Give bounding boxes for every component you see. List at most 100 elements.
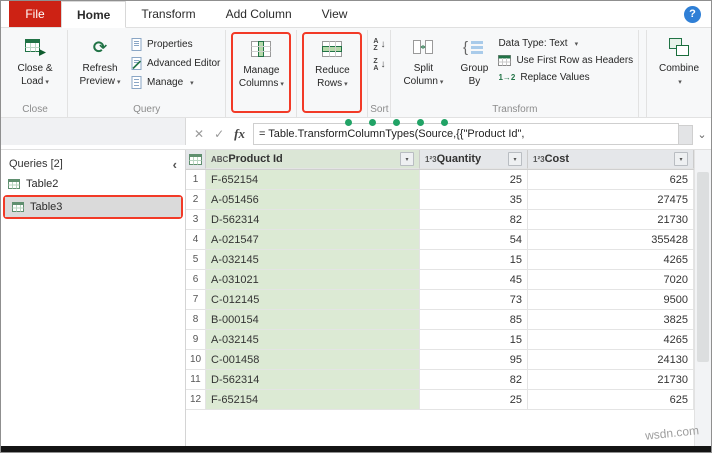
quantity-cell[interactable]: 82 (420, 210, 528, 230)
product-id-cell[interactable]: A-032145 (206, 250, 420, 270)
ribbon-group-sort: AZ ↓ ZA ↓ Sort (368, 30, 392, 117)
fx-icon[interactable]: fx (234, 126, 245, 142)
column-header-quantity[interactable]: 1²3 Quantity ▾ (420, 150, 528, 169)
down-arrow-icon: ↓ (380, 59, 386, 70)
row-number-cell[interactable]: 11 (186, 370, 206, 390)
row-number-cell[interactable]: 1 (186, 170, 206, 190)
tab-home[interactable]: Home (61, 1, 127, 28)
quantity-cell[interactable]: 15 (420, 250, 528, 270)
row-number-cell[interactable]: 9 (186, 330, 206, 350)
quantity-cell[interactable]: 85 (420, 310, 528, 330)
cost-cell[interactable]: 355428 (528, 230, 694, 250)
quantity-cell[interactable]: 73 (420, 290, 528, 310)
split-column-button[interactable]: Split Column ▾ (396, 32, 450, 102)
combine-button[interactable]: Combine ▾ (652, 32, 706, 113)
formula-input[interactable]: = Table.TransformColumnTypes(Source,{{"P… (252, 123, 679, 145)
advanced-editor-button[interactable]: Advanced Editor (131, 57, 220, 70)
cost-cell[interactable]: 21730 (528, 370, 694, 390)
product-id-cell[interactable]: F-652154 (206, 170, 420, 190)
row-number-cell[interactable]: 10 (186, 350, 206, 370)
refresh-preview-button[interactable]: ⟳ Refresh Preview ▾ (73, 32, 127, 102)
ribbon-group-query: ⟳ Refresh Preview ▾ Properties Advanced E… (68, 30, 227, 117)
query-item-table2[interactable]: Table2 (1, 174, 185, 194)
column-header-cost[interactable]: 1²3 Cost ▾ (528, 150, 694, 169)
row-number-cell[interactable]: 4 (186, 230, 206, 250)
tab-file[interactable]: File (9, 1, 61, 27)
scrollbar-thumb[interactable] (697, 172, 709, 362)
product-id-cell[interactable]: D-562314 (206, 210, 420, 230)
queries-pane: Queries [2] ‹ Table2 Table3 (1, 150, 186, 446)
row-number-cell[interactable]: 6 (186, 270, 206, 290)
tab-transform[interactable]: Transform (126, 1, 210, 27)
quantity-cell[interactable]: 95 (420, 350, 528, 370)
cost-cell[interactable]: 625 (528, 390, 694, 410)
quantity-cell[interactable]: 15 (420, 330, 528, 350)
data-type-button[interactable]: Data Type: Text ▾ (498, 38, 633, 49)
help-icon[interactable]: ? (684, 5, 701, 23)
row-number-cell[interactable]: 12 (186, 390, 206, 410)
ribbon-group-manage-columns: Manage Columns ▾ (226, 30, 298, 117)
properties-button[interactable]: Properties (131, 38, 220, 51)
product-id-cell[interactable]: C-001458 (206, 350, 420, 370)
formula-cancel-icon[interactable]: ✕ (194, 127, 204, 141)
row-number-cell[interactable]: 8 (186, 310, 206, 330)
table-corner-button[interactable] (186, 150, 206, 169)
product-id-cell[interactable]: F-652154 (206, 390, 420, 410)
use-first-row-as-headers-button[interactable]: Use First Row as Headers (498, 55, 633, 66)
cost-cell[interactable]: 27475 (528, 190, 694, 210)
group-by-button[interactable]: { Group By (454, 32, 494, 102)
tab-add-column[interactable]: Add Column (211, 1, 307, 27)
quantity-cell[interactable]: 25 (420, 170, 528, 190)
cost-cell[interactable]: 3825 (528, 310, 694, 330)
product-id-cell[interactable]: A-032145 (206, 330, 420, 350)
product-id-cell[interactable]: A-031021 (206, 270, 420, 290)
cost-cell[interactable]: 21730 (528, 210, 694, 230)
row-number-cell[interactable]: 3 (186, 210, 206, 230)
collapse-pane-icon[interactable]: ‹ (173, 158, 177, 171)
filter-button[interactable]: ▾ (400, 152, 414, 166)
formula-expand-button[interactable]: ⌄ (693, 123, 711, 145)
cost-cell[interactable]: 625 (528, 170, 694, 190)
chevron-down-icon: ▾ (117, 79, 121, 86)
formula-check-icon[interactable]: ✓ (214, 127, 224, 141)
formula-scrollbar[interactable] (679, 125, 693, 145)
quantity-cell[interactable]: 54 (420, 230, 528, 250)
product-id-cell[interactable]: C-012145 (206, 290, 420, 310)
tab-view[interactable]: View (307, 1, 363, 27)
product-id-cell[interactable]: B-000154 (206, 310, 420, 330)
filter-button[interactable]: ▾ (674, 152, 688, 166)
manage-columns-highlight: Manage Columns ▾ (231, 32, 292, 113)
ribbon-group-transform: Split Column ▾ { Group By Data Type: Tex… (391, 30, 640, 117)
cost-cell[interactable]: 4265 (528, 330, 694, 350)
quantity-cell[interactable]: 25 (420, 390, 528, 410)
product-id-cell[interactable]: A-051456 (206, 190, 420, 210)
row-number-cell[interactable]: 5 (186, 250, 206, 270)
cost-cell[interactable]: 4265 (528, 250, 694, 270)
quantity-cell[interactable]: 45 (420, 270, 528, 290)
sort-descending-button[interactable]: ZA ↓ (373, 58, 385, 72)
vertical-scrollbar[interactable] (694, 150, 711, 446)
quantity-cell[interactable]: 35 (420, 190, 528, 210)
product-id-cell[interactable]: D-562314 (206, 370, 420, 390)
split-column-label: Split Column ▾ (403, 63, 444, 87)
manage-button[interactable]: Manage ▾ (131, 76, 220, 89)
table-row: 5 A-032145 15 4265 (186, 250, 711, 270)
product-id-cell[interactable]: A-021547 (206, 230, 420, 250)
filter-button[interactable]: ▾ (508, 152, 522, 166)
row-number-cell[interactable]: 2 (186, 190, 206, 210)
query-item-table3[interactable]: Table3 (5, 197, 181, 217)
table-row: 12 F-652154 25 625 (186, 390, 711, 410)
close-and-load-button[interactable]: Close & Load ▾ (8, 32, 62, 102)
cost-cell[interactable]: 7020 (528, 270, 694, 290)
row-number-cell[interactable]: 7 (186, 290, 206, 310)
cost-cell[interactable]: 24130 (528, 350, 694, 370)
reduce-rows-button[interactable]: Reduce Rows ▾ (305, 34, 359, 111)
table-icon (12, 202, 24, 212)
sort-ascending-button[interactable]: AZ ↓ (373, 38, 385, 52)
quantity-cell[interactable]: 82 (420, 370, 528, 390)
column-header-product-id[interactable]: ABC Product Id ▾ (206, 150, 420, 169)
replace-values-button[interactable]: 1→2 Replace Values (498, 72, 633, 83)
cost-cell[interactable]: 9500 (528, 290, 694, 310)
manage-columns-button[interactable]: Manage Columns ▾ (234, 34, 288, 111)
main-area: Queries [2] ‹ Table2 Table3 ABC Product … (1, 150, 711, 446)
